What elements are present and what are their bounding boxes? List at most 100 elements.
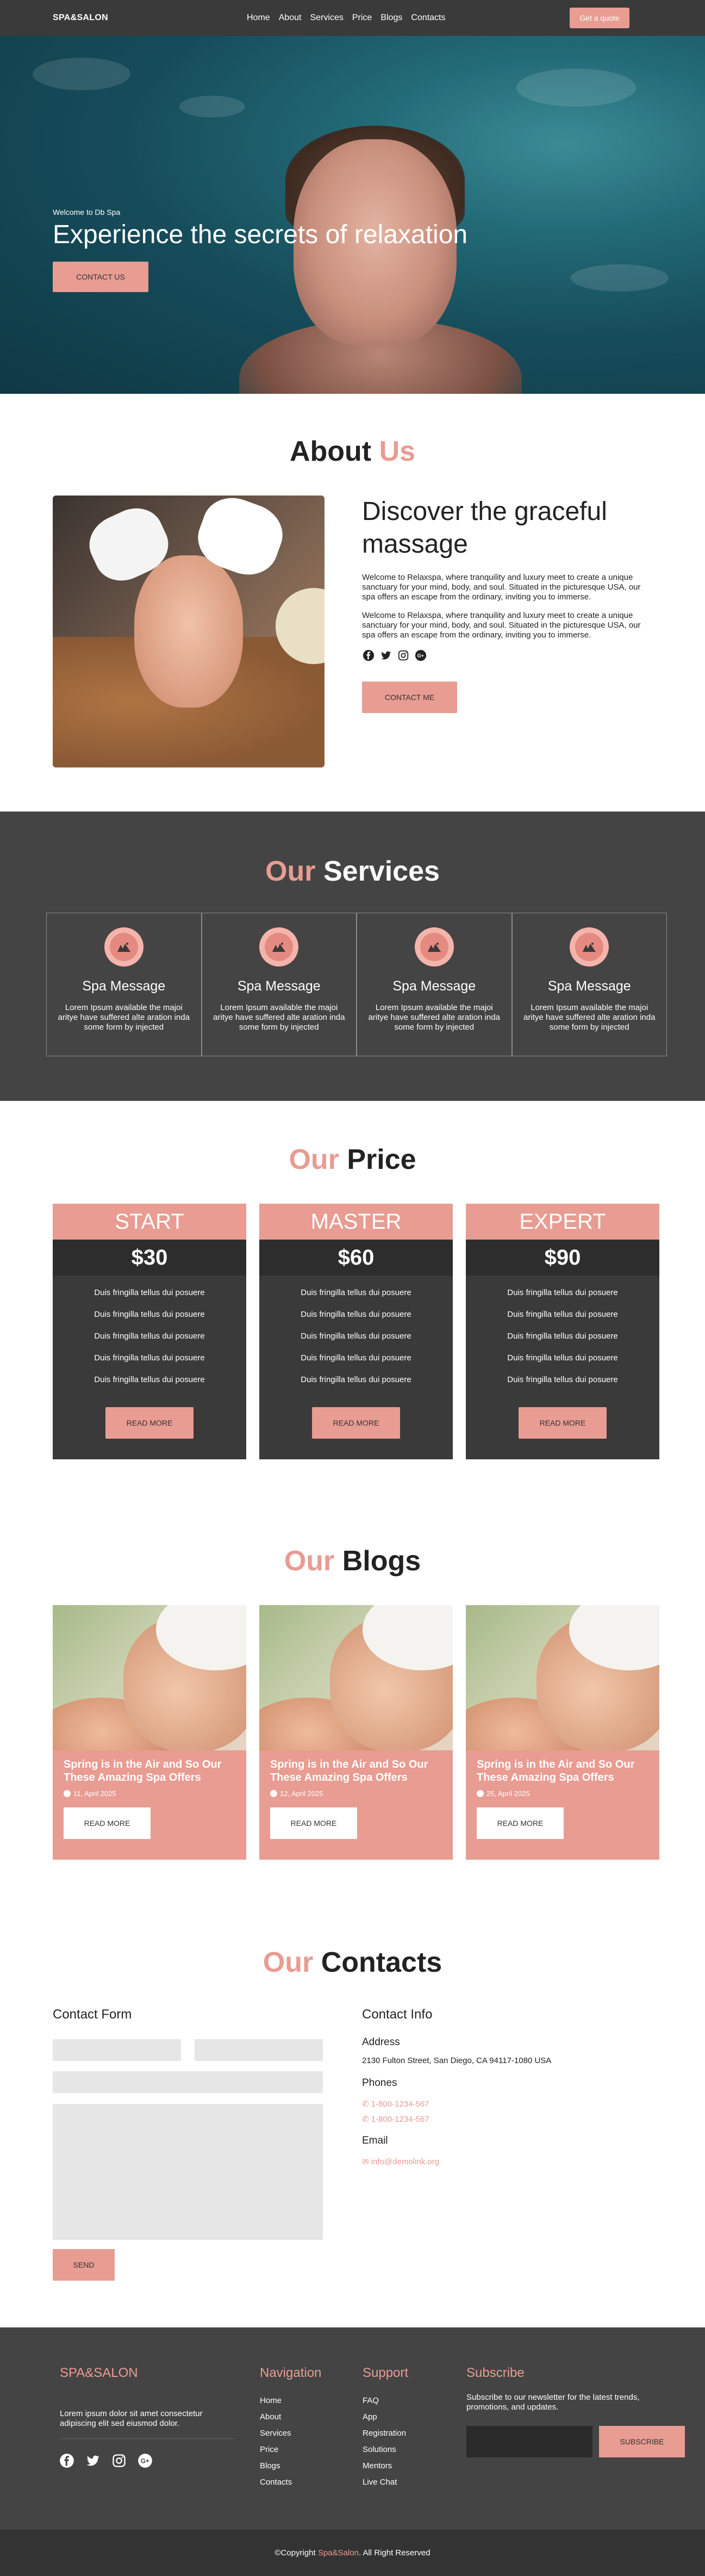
brand-logo[interactable]: SPA&SALON [53,13,108,23]
footer-support-link[interactable]: Mentors [363,2458,406,2474]
footer-nav-title: Navigation [260,2366,322,2380]
blog-image [53,1605,246,1750]
blog-date-text: 12, April 2025 [280,1789,323,1798]
blog-read-more-button[interactable]: READ MORE [64,1807,151,1839]
footer-nav-link[interactable]: About [260,2409,292,2425]
hero-title: Experience the secrets of relaxation [53,220,468,249]
nav-link-price[interactable]: Price [352,13,372,23]
plan-feature: Duis fringilla tellus dui posuere [301,1310,411,1319]
footer-support-link[interactable]: Solutions [363,2442,406,2458]
blog-title[interactable]: Spring is in the Air and So Our These Am… [270,1758,442,1784]
footer-nav-link[interactable]: Contacts [260,2474,292,2491]
footer-nav-link[interactable]: Blogs [260,2458,292,2474]
facebook-icon[interactable] [362,649,375,662]
email-field[interactable] [195,2039,323,2061]
plan-feature: Duis fringilla tellus dui posuere [301,1332,411,1341]
email-address[interactable]: info@demolink.org [371,2157,439,2166]
footer-support-link[interactable]: FAQ [363,2393,406,2409]
nav-link-blogs[interactable]: Blogs [380,13,402,23]
message-textarea[interactable] [53,2104,323,2240]
plan-amount: $90 [466,1240,659,1275]
plan-feature: Duis fringilla tellus dui posuere [94,1375,205,1384]
price-title-accent: Our [289,1144,339,1175]
hero-contact-button[interactable]: CONTACT US [53,262,148,292]
water-splash [33,58,130,90]
plan-read-more-button[interactable]: READ MORE [312,1407,400,1439]
instagram-icon[interactable] [397,649,410,662]
google-plus-icon[interactable]: G+ [137,2453,153,2469]
blog-title[interactable]: Spring is in the Air and So Our These Am… [64,1758,235,1784]
subject-field[interactable] [53,2071,323,2093]
footer-brand-text: Lorem ipsum dolor sit amet consectetur a… [60,2409,203,2428]
phone-item[interactable]: ✆ 1-800-1234-567 [362,2112,656,2127]
spa-icon [414,927,454,967]
contacts-title-accent: Our [263,1947,314,1978]
about-image [53,496,325,767]
about-contact-button[interactable]: CONTACT ME [362,682,457,713]
blog-image [259,1605,453,1750]
service-title: Spa Message [82,979,166,994]
send-button[interactable]: SEND [53,2249,115,2281]
plan-read-more-button[interactable]: READ MORE [519,1407,607,1439]
plan-feature: Duis fringilla tellus dui posuere [507,1288,618,1297]
service-card[interactable]: Spa Message Lorem Ipsum available the ma… [511,913,667,1056]
plan-feature: Duis fringilla tellus dui posuere [301,1375,411,1384]
blogs-title-word: Blogs [342,1545,421,1577]
get-quote-button[interactable]: Get a quote [570,8,629,28]
phone-item[interactable]: ✆ 1-800-1234-567 [362,2097,656,2112]
phone-icon: ✆ [362,2100,371,2109]
twitter-icon[interactable] [85,2453,101,2469]
plan-feature: Duis fringilla tellus dui posuere [94,1288,205,1297]
email-item[interactable]: ✉ info@demolink.org [362,2154,656,2170]
contacts-section-title: Our Contacts [0,1946,705,1979]
instagram-icon[interactable] [111,2453,127,2469]
footer-support-link[interactable]: App [363,2409,406,2425]
service-card[interactable]: Spa Message Lorem Ipsum available the ma… [46,913,202,1056]
blog-date: 12, April 2025 [270,1789,442,1798]
facebook-icon[interactable] [59,2453,75,2469]
blog-image [466,1605,659,1750]
plan-name: START [53,1204,246,1240]
blog-card: Spring is in the Air and So Our These Am… [466,1605,659,1860]
footer-nav-link[interactable]: Price [260,2442,292,2458]
clock-icon [270,1790,277,1797]
phone-number[interactable]: 1-800-1234-567 [371,2100,429,2109]
mail-icon: ✉ [362,2157,371,2166]
plan-feature: Duis fringilla tellus dui posuere [507,1332,618,1341]
water-splash [571,264,669,292]
footer-support-link[interactable]: Live Chat [363,2474,406,2491]
subscribe-button[interactable]: SUBSCRIBE [599,2426,685,2457]
service-card[interactable]: Spa Message Lorem Ipsum available the ma… [357,913,512,1056]
copyright-prefix: ©Copyright [274,2548,316,2558]
phone-number[interactable]: 1-800-1234-567 [371,2115,429,2124]
service-text: Lorem Ipsum available the majoi arityе h… [523,1003,656,1032]
plan-name: MASTER [259,1204,453,1240]
footer-social-icons: G+ [59,2453,153,2469]
nav-link-about[interactable]: About [279,13,302,23]
spa-icon [570,927,609,967]
nav-link-contacts[interactable]: Contacts [411,13,445,23]
blog-read-more-button[interactable]: READ MORE [477,1807,564,1839]
service-card[interactable]: Spa Message Lorem Ipsum available the ma… [201,913,357,1056]
nav-link-services[interactable]: Services [310,13,344,23]
phones-label: Phones [362,2077,397,2089]
spa-icon [259,927,299,967]
price-title-word: Price [347,1144,416,1175]
footer-nav-link[interactable]: Services [260,2425,292,2442]
price-card-start: START $30 Duis fringilla tellus dui posu… [53,1204,246,1459]
water-splash [179,96,245,117]
google-plus-icon[interactable]: G+ [414,649,427,662]
clock-icon [64,1790,71,1797]
footer-nav-link[interactable]: Home [260,2393,292,2409]
footer-brand[interactable]: SPA&SALON [60,2366,138,2381]
footer-support-link[interactable]: Registration [363,2425,406,2442]
twitter-icon[interactable] [379,649,392,662]
blog-title[interactable]: Spring is in the Air and So Our These Am… [477,1758,648,1784]
subscribe-email-input[interactable] [466,2426,592,2457]
copyright-brand[interactable]: Spa&Salon [318,2548,359,2558]
blog-read-more-button[interactable]: READ MORE [270,1807,357,1839]
name-field[interactable] [53,2039,181,2061]
plan-read-more-button[interactable]: READ MORE [105,1407,194,1439]
nav-link-home[interactable]: Home [247,13,270,23]
services-grid: Spa Message Lorem Ipsum available the ma… [46,913,667,1056]
